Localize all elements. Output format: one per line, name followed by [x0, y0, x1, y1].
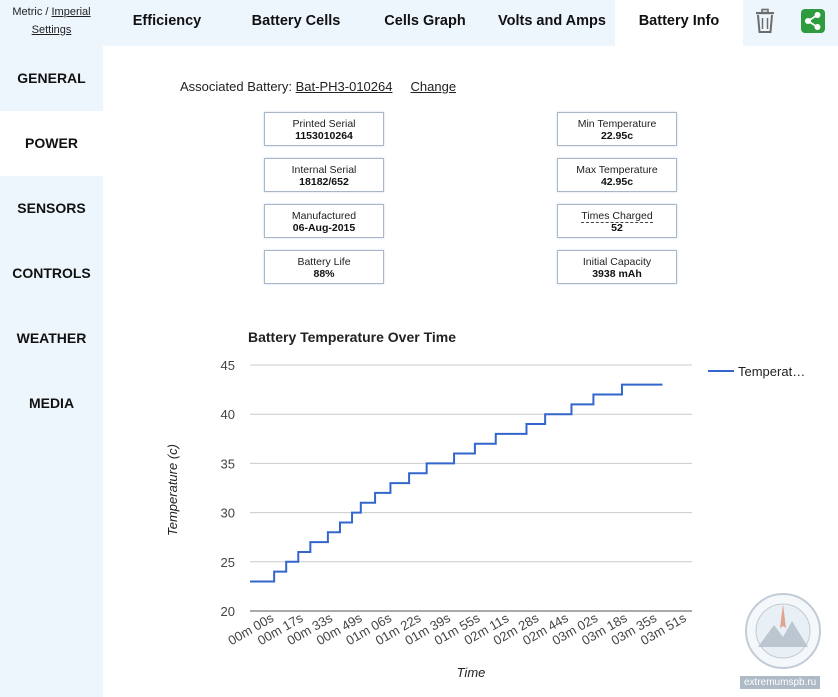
metric-label: Metric — [12, 6, 43, 18]
info-label: Max Temperature — [576, 164, 658, 176]
tab-label: Battery Cells — [251, 13, 341, 29]
sidebar-item-controls[interactable]: CONTROLS — [0, 241, 103, 306]
share-icon[interactable] — [800, 8, 826, 34]
tab-battery-cells[interactable]: Battery Cells — [231, 0, 361, 46]
battery-life-box: Battery Life 88% — [264, 250, 384, 284]
units-settings: Metric / Imperial Settings — [0, 0, 103, 46]
tab-cells-graph[interactable]: Cells Graph — [361, 0, 489, 46]
x-axis-label: Time — [457, 665, 486, 680]
settings-link[interactable]: Settings — [32, 24, 72, 36]
legend-label: Temperat… — [738, 364, 805, 379]
battery-id-link[interactable]: Bat-PH3-010264 — [296, 79, 393, 94]
imperial-link[interactable]: Imperial — [52, 6, 91, 18]
y-tick-label: 25 — [221, 555, 235, 570]
chart-title: Battery Temperature Over Time — [248, 329, 456, 345]
y-tick-label: 40 — [221, 407, 235, 422]
sidebar-item-sensors[interactable]: SENSORS — [0, 176, 103, 241]
associated-battery-label: Associated Battery: — [180, 79, 292, 94]
chart-grid — [250, 364, 692, 612]
sidebar-item-label: POWER — [25, 135, 78, 151]
tab-volts-and-amps[interactable]: Volts and Amps — [489, 0, 615, 46]
info-value: 1153010264 — [295, 130, 353, 142]
y-axis-label: Temperature (c) — [165, 444, 180, 536]
y-tick-label: 45 — [221, 358, 235, 373]
units-separator: / — [42, 6, 52, 18]
info-label: Printed Serial — [292, 118, 356, 130]
info-value: 88% — [313, 268, 335, 280]
temperature-chart: Battery Temperature Over Time 20 25 30 35 40… — [165, 329, 805, 680]
info-label: Internal Serial — [291, 164, 357, 176]
manufactured-box: Manufactured 06-Aug-2015 — [264, 204, 384, 238]
sidebar-item-label: GENERAL — [17, 70, 86, 86]
tab-label: Volts and Amps — [498, 13, 606, 29]
sidebar-item-general[interactable]: GENERAL — [0, 46, 103, 111]
x-tick-labels: 00m 00s00m 17s00m 33s00m 49s01m 06s01m 2… — [225, 610, 689, 648]
printed-serial-box: Printed Serial 1153010264 — [264, 112, 384, 146]
watermark-logo — [745, 593, 821, 669]
associated-battery: Associated Battery: Bat-PH3-010264 Chang… — [180, 79, 456, 94]
sidebar-item-label: SENSORS — [17, 200, 86, 216]
info-label: Min Temperature — [577, 118, 657, 130]
sidebar-item-label: CONTROLS — [12, 265, 91, 281]
info-label: Battery Life — [297, 256, 351, 268]
change-battery-link[interactable]: Change — [411, 79, 457, 94]
watermark-text: extremumspb.ru — [740, 676, 821, 689]
info-value: 42.95c — [600, 176, 634, 188]
info-value: 06-Aug-2015 — [292, 222, 356, 234]
info-value: 22.95c — [600, 130, 634, 142]
tab-battery-info[interactable]: Battery Info — [615, 0, 743, 46]
sidebar: GENERAL POWER SENSORS CONTROLS WEATHER M… — [0, 46, 103, 697]
max-temperature-box: Max Temperature 42.95c — [557, 158, 677, 192]
y-tick-label: 20 — [221, 604, 235, 619]
tab-label: Battery Info — [638, 13, 720, 29]
info-label: Manufactured — [291, 210, 357, 222]
times-charged-box: Times Charged 52 — [557, 204, 677, 238]
sidebar-item-weather[interactable]: WEATHER — [0, 306, 103, 371]
sidebar-item-label: MEDIA — [28, 395, 75, 411]
internal-serial-box: Internal Serial 18182/652 — [264, 158, 384, 192]
sidebar-item-label: WEATHER — [16, 330, 87, 346]
sidebar-item-media[interactable]: MEDIA — [0, 371, 103, 436]
info-label: Times Charged — [558, 210, 676, 223]
info-value: 3938 mAh — [592, 268, 642, 280]
tab-label: Cells Graph — [384, 13, 466, 29]
y-tick-label: 35 — [221, 456, 235, 471]
trash-icon[interactable] — [752, 8, 778, 34]
y-tick-label: 30 — [221, 506, 235, 521]
info-value: 18182/652 — [299, 176, 349, 188]
info-value: 52 — [611, 222, 623, 234]
tab-efficiency[interactable]: Efficiency — [103, 0, 231, 46]
y-tick-labels: 20 25 30 35 40 45 — [221, 358, 235, 619]
initial-capacity-box: Initial Capacity 3938 mAh — [557, 250, 677, 284]
info-label: Initial Capacity — [582, 256, 652, 268]
min-temperature-box: Min Temperature 22.95c — [557, 112, 677, 146]
top-tab-bar: Efficiency Battery Cells Cells Graph Vol… — [103, 0, 838, 46]
tab-label: Efficiency — [132, 13, 202, 29]
sidebar-item-power[interactable]: POWER — [0, 111, 103, 176]
